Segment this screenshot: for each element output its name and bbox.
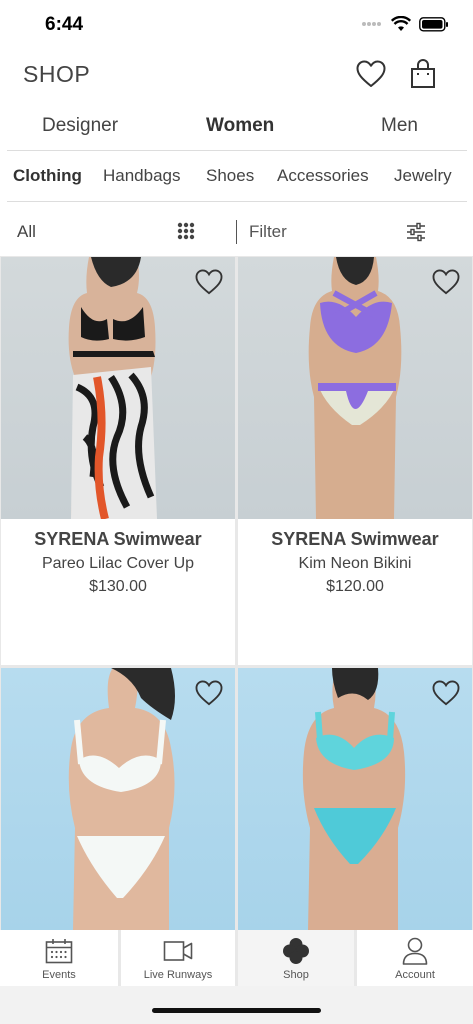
product-image	[1, 668, 235, 930]
product-name: Kim Neon Bikini	[298, 555, 412, 572]
battery-icon	[419, 16, 448, 32]
video-camera-icon	[163, 941, 193, 961]
product-name: Pareo Lilac Cover Up	[41, 555, 195, 572]
bottom-navigation: Events Live Runways Shop Account	[0, 930, 473, 986]
favorite-heart-icon[interactable]	[195, 680, 223, 706]
product-card[interactable]: SYRENA Swimwear Kim Neon Bikini $120.00	[238, 257, 472, 665]
nav-label: Account	[395, 969, 435, 981]
model-figure	[68, 668, 175, 930]
model-figure	[308, 257, 402, 519]
grid-view-icon[interactable]	[177, 222, 195, 240]
product-image	[1, 257, 235, 519]
nav-label: Live Runways	[143, 969, 213, 981]
tab-designer[interactable]: Designer	[42, 115, 118, 137]
nav-events[interactable]: Events	[0, 930, 118, 986]
category-shoes[interactable]: Shoes	[206, 166, 254, 186]
shopping-bag-button[interactable]	[407, 58, 439, 90]
category-jewelry[interactable]: Jewelry	[394, 166, 452, 186]
category-clothing[interactable]: Clothing	[13, 166, 82, 186]
shopping-bag-icon	[411, 59, 435, 88]
wishlist-button[interactable]	[355, 58, 387, 90]
product-card[interactable]: SYRENA Swimwear Pareo Lilac Cover Up $13…	[1, 257, 235, 665]
page-title: SHOP	[23, 61, 91, 87]
filter-button[interactable]: Filter	[249, 222, 287, 242]
calendar-icon	[45, 939, 73, 964]
category-tabs: Clothing Handbags Shoes Accessories Jewe…	[0, 156, 473, 196]
home-indicator[interactable]	[152, 1008, 321, 1013]
gender-tabs: Designer Women Men	[0, 105, 473, 145]
product-image	[238, 257, 472, 519]
favorite-heart-icon[interactable]	[432, 680, 460, 706]
nav-label: Shop	[283, 969, 309, 981]
wifi-icon	[391, 16, 411, 31]
product-brand: SYRENA Swimwear	[271, 529, 439, 549]
product-grid: SYRENA Swimwear Pareo Lilac Cover Up $13…	[0, 256, 473, 930]
header-actions	[355, 58, 439, 90]
clover-icon	[283, 938, 309, 964]
product-image	[238, 668, 472, 930]
signal-icon	[362, 22, 381, 26]
tab-men[interactable]: Men	[381, 115, 418, 137]
model-figure	[302, 668, 406, 930]
view-all-selector[interactable]: All	[17, 222, 36, 242]
nav-shop[interactable]: Shop	[238, 930, 354, 986]
tab-women[interactable]: Women	[206, 115, 274, 137]
product-brand: SYRENA Swimwear	[34, 529, 202, 549]
status-bar: 6:44	[0, 0, 473, 50]
sliders-icon[interactable]	[406, 222, 426, 242]
divider	[7, 150, 467, 151]
product-price: $130.00	[89, 578, 147, 595]
app-header: SHOP	[0, 52, 473, 98]
product-card[interactable]	[1, 668, 235, 930]
product-price: $120.00	[326, 578, 384, 595]
divider	[7, 201, 467, 202]
heart-icon	[356, 60, 386, 87]
filter-separator	[236, 220, 237, 244]
filter-row: All Filter	[0, 210, 473, 254]
status-icons	[361, 16, 449, 32]
status-time: 6:44	[45, 14, 84, 35]
nav-label: Events	[42, 969, 76, 981]
favorite-heart-icon[interactable]	[195, 269, 223, 295]
home-indicator-area	[0, 986, 473, 1024]
category-handbags[interactable]: Handbags	[103, 166, 181, 186]
nav-live-runways[interactable]: Live Runways	[121, 930, 235, 986]
model-figure	[68, 257, 157, 519]
product-card[interactable]	[238, 668, 472, 930]
nav-account[interactable]: Account	[357, 930, 473, 986]
category-accessories[interactable]: Accessories	[277, 166, 369, 186]
person-icon	[402, 937, 428, 965]
favorite-heart-icon[interactable]	[432, 269, 460, 295]
